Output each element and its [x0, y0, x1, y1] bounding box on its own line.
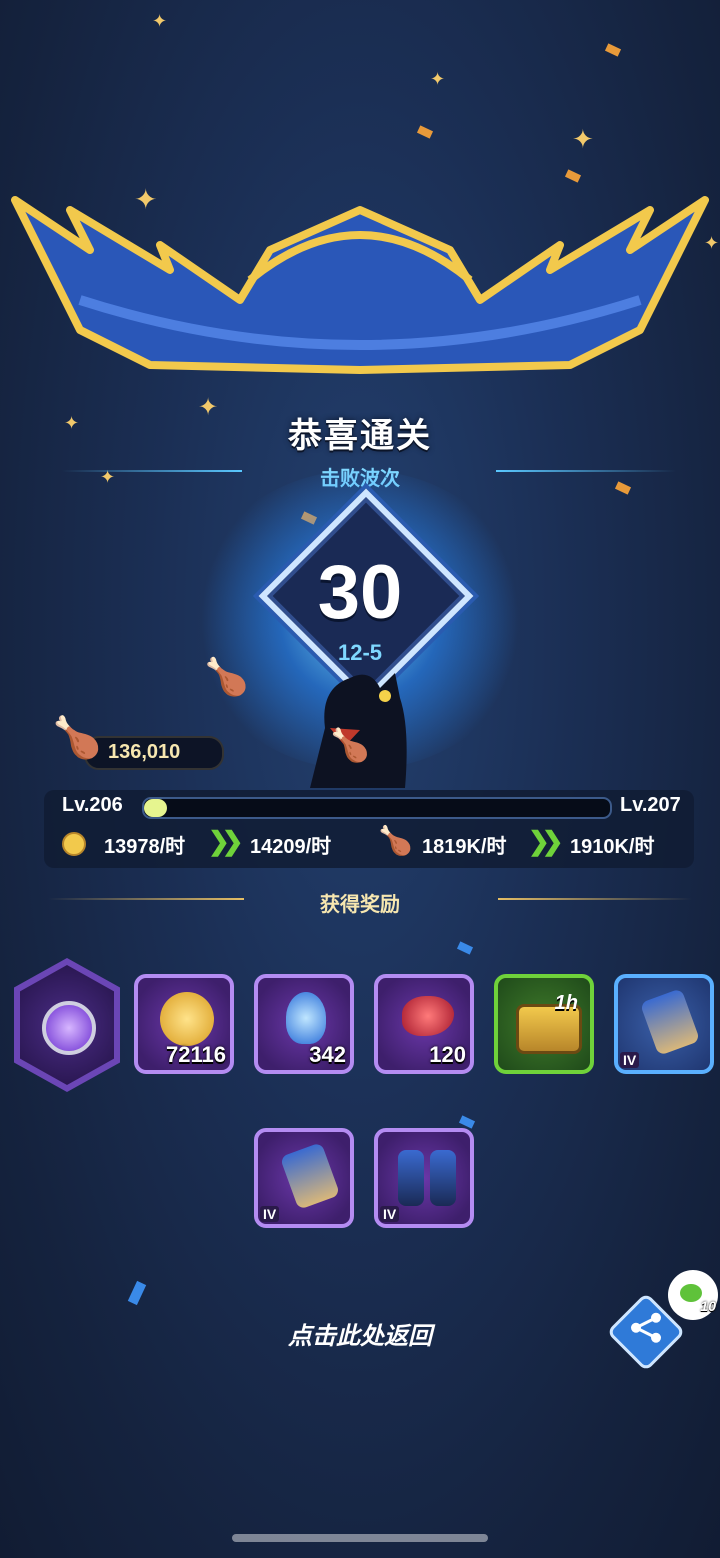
reward-count: 120: [429, 1042, 466, 1067]
confetti: [127, 1280, 147, 1306]
home-indicator[interactable]: [232, 1534, 488, 1542]
gold-rate-next: 14209/时: [250, 836, 332, 858]
stage-label: 12-5: [337, 640, 383, 665]
coin-icon: [62, 832, 86, 856]
reward-treasure-chest[interactable]: 1h: [494, 974, 594, 1074]
sparkle-icon: ✦: [572, 124, 594, 154]
confetti: [604, 43, 622, 57]
xp-bar: [142, 797, 612, 819]
reward-bubble[interactable]: 10: [668, 1270, 718, 1320]
upgrade-arrow-icon: ❯❯: [528, 826, 563, 856]
gauntlet-icon: [279, 1142, 341, 1210]
drumstick-icon: 🍗: [52, 716, 102, 760]
boots-icon: [398, 1150, 424, 1206]
wave-number: 30: [317, 550, 403, 635]
reward-tier: IV: [620, 1052, 640, 1068]
reward-tier: IV: [260, 1206, 280, 1222]
upgrade-arrow-icon: ❯❯: [208, 826, 243, 856]
reward-gauntlet[interactable]: IV: [254, 1128, 354, 1228]
level-current: Lv.206: [62, 794, 123, 816]
reward-red-bean[interactable]: 120: [374, 974, 474, 1074]
food-rate-current: 1819K/时: [422, 836, 507, 858]
chest-duration: 1h: [554, 992, 578, 1014]
sparkle-icon: ✦: [152, 11, 168, 31]
crown-emblem: [11, 196, 709, 374]
reward-boots[interactable]: IV: [374, 1128, 474, 1228]
sparkle-icon: ✦: [430, 69, 446, 89]
reward-gauntlet[interactable]: IV: [614, 974, 714, 1074]
boots-icon: [430, 1150, 456, 1206]
gold-rate-current: 13978/时: [104, 836, 186, 858]
confetti: [456, 941, 474, 955]
food-counter: 136,010: [84, 736, 224, 770]
reward-tier: IV: [380, 1206, 400, 1222]
blue-crystal-icon: [286, 992, 326, 1044]
clover-icon: [680, 1284, 702, 1302]
confetti: [416, 125, 434, 139]
red-bean-icon: [402, 996, 454, 1036]
reward-gold-coins[interactable]: 72116: [134, 974, 234, 1074]
level-next: Lv.207: [620, 794, 681, 816]
drumstick-icon: 🍗: [378, 825, 413, 856]
xp-bar-fill: [144, 799, 168, 817]
confetti: [458, 1115, 476, 1129]
share-icon: [631, 1312, 661, 1343]
gold-coins-icon: [160, 992, 214, 1046]
food-rate-next: 1910K/时: [570, 836, 655, 858]
reward-count: 72116: [166, 1042, 226, 1067]
confetti: [564, 169, 582, 183]
drumstick-icon: 🍗: [204, 656, 249, 697]
food-counter-value: 136,010: [108, 741, 181, 763]
page-title: 恭喜通关: [288, 417, 432, 455]
gauntlet-icon: [639, 988, 701, 1056]
rewards-title: 获得奖励: [320, 894, 400, 916]
bubble-count: 10: [700, 1298, 716, 1314]
amulet-icon: [42, 1001, 96, 1055]
reward-blue-crystal[interactable]: 342: [254, 974, 354, 1074]
drumstick-icon: 🍗: [330, 727, 370, 763]
reward-count: 342: [309, 1042, 346, 1067]
